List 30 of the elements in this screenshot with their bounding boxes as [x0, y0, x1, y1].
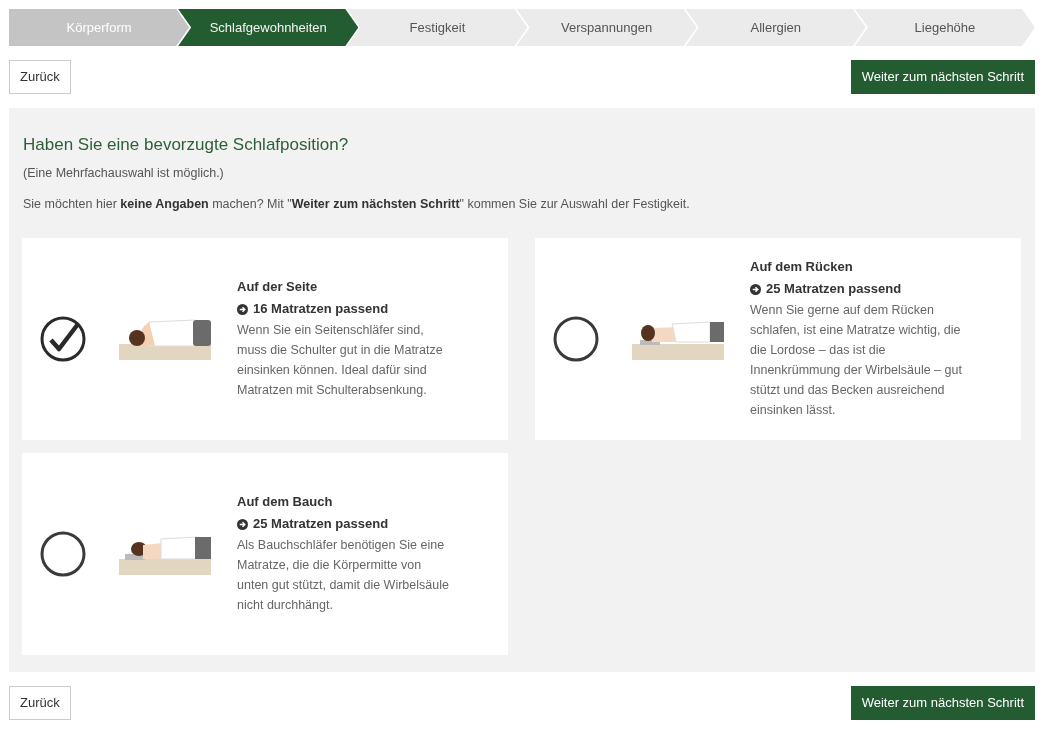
next-step-button[interactable]: Weiter zum nächsten Schritt [850, 686, 1035, 720]
option-description: Wenn Sie gerne auf dem Rücken schlafen, ist eine Matratze wichtig, die die Lordose – das ist die Innenkrümmung der Wirbelsäule – gut stützt und das Becken ausreichend einsinken lässt. [750, 302, 963, 419]
progress-step[interactable]: Festigkeit [347, 9, 528, 46]
matching-count: 25 Matratzen passend [766, 280, 902, 298]
option-title: Auf dem Rücken [750, 258, 854, 276]
option-title: Auf der Seite [237, 278, 319, 296]
sleep-position-card[interactable]: Auf der Seite 16 Matratzen passend Wenn Sie ein Seitenschläfer sind, muss die Schulter gut in die Matratze einsinken können. Ideal dafür sind Matratzen mit Schulterabsenkung. [22, 237, 508, 440]
arrow-right-circle-icon [750, 283, 761, 295]
option-description: Wenn Sie ein Seitenschläfer sind, muss die Schulter gut in die Matratze einsinken können. Ideal dafür sind Matratzen mit Schulterabsenkung. [237, 322, 444, 399]
option-title: Auf dem Bauch [237, 493, 334, 511]
back-button[interactable]: Zurück [9, 60, 71, 94]
empty-circle-icon[interactable] [40, 530, 86, 577]
skip-note: Sie möchten hier keine Angaben machen? Mit "Weiter zum nächsten Schritt" kommen Sie zur Auswahl der Festigkeit. [22, 195, 691, 213]
progress-step[interactable]: Verspannungen [516, 9, 697, 46]
empty-circle-icon[interactable] [553, 315, 599, 362]
next-step-button[interactable]: Weiter zum nächsten Schritt [850, 60, 1035, 94]
checked-circle-icon[interactable] [40, 315, 86, 362]
arrow-right-circle-icon [237, 518, 248, 530]
sleep-position-card[interactable]: Auf dem Bauch 25 Matratzen passend Als Bauchschläfer benötigen Sie eine Matratze, die die Körpermitte von unten gut stützt, damit die Wirbelsäule nicht durchhängt. [22, 452, 508, 655]
option-description: Als Bauchschläfer benötigen Sie eine Matratze, die die Körpermitte von unten gut stützt, damit die Wirbelsäule nicht durchhängt. [237, 537, 450, 614]
sleep-position-card[interactable] [535, 237, 1021, 440]
progress-step[interactable]: Liegehöhe [854, 9, 1036, 46]
progress-step[interactable]: Schlafgewohnheiten [178, 9, 359, 46]
multi-select-hint: (Eine Mehrfachauswahl ist möglich.) [22, 165, 225, 182]
progress-step[interactable]: Allergien [685, 9, 866, 46]
matching-count: 16 Matratzen passend [253, 300, 389, 318]
matching-count: 25 Matratzen passend [253, 515, 389, 533]
arrow-right-circle-icon [237, 303, 248, 315]
back-button[interactable]: Zurück [9, 686, 71, 720]
question-title: Haben Sie eine bevorzugte Schlafposition? [22, 134, 350, 156]
